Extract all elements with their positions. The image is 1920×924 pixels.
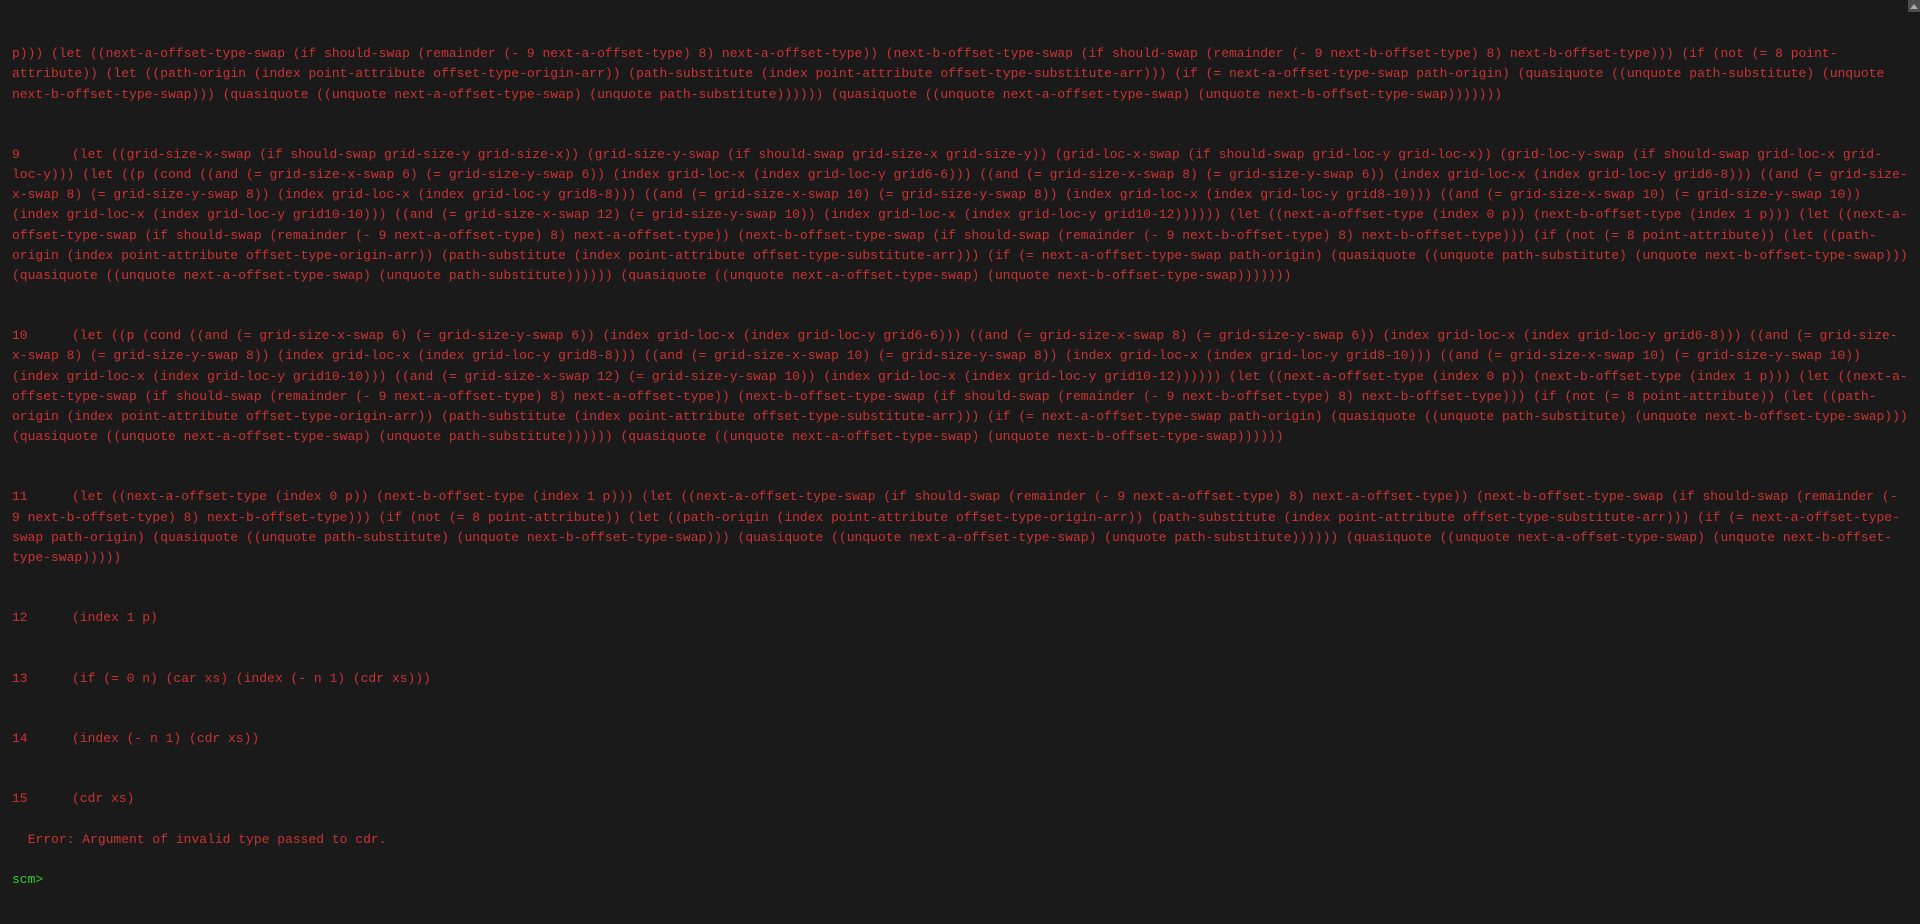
traceback-line-14: 14(index (- n 1) (cdr xs)) — [12, 729, 1908, 749]
traceback-code: (index 1 p) — [72, 610, 158, 625]
traceback-code: (index (- n 1) (cdr xs)) — [72, 731, 259, 746]
scrollbar-up-button[interactable] — [1908, 0, 1920, 12]
traceback-line-12: 12(index 1 p) — [12, 608, 1908, 628]
line-number: 10 — [12, 326, 72, 346]
traceback-code: (let ((p (cond ((and (= grid-size-x-swap… — [12, 328, 1916, 444]
traceback-code: (if (= 0 n) (car xs) (index (- n 1) (cdr… — [72, 671, 431, 686]
traceback-line-continuation: p))) (let ((next-a-offset-type-swap (if … — [12, 44, 1908, 104]
traceback-line-13: 13(if (= 0 n) (car xs) (index (- n 1) (c… — [12, 669, 1908, 689]
line-number: 13 — [12, 669, 72, 689]
traceback-code: (let ((grid-size-x-swap (if should-swap … — [12, 147, 1916, 283]
traceback-line-11: 11(let ((next-a-offset-type (index 0 p))… — [12, 487, 1908, 568]
traceback-line-15: 15(cdr xs) — [12, 789, 1908, 809]
traceback-code: (let ((next-a-offset-type (index 0 p)) (… — [12, 489, 1905, 564]
line-number: 9 — [12, 145, 72, 165]
error-message: Error: Argument of invalid type passed t… — [28, 832, 387, 847]
traceback-line-10: 10(let ((p (cond ((and (= grid-size-x-sw… — [12, 326, 1908, 447]
line-number: 11 — [12, 487, 72, 507]
traceback-code: (cdr xs) — [72, 791, 134, 806]
chevron-up-icon — [1910, 4, 1918, 9]
terminal-output[interactable]: p))) (let ((next-a-offset-type-swap (if … — [0, 0, 1920, 914]
traceback-line-9: 9(let ((grid-size-x-swap (if should-swap… — [12, 145, 1908, 286]
line-number: 12 — [12, 608, 72, 628]
scheme-prompt: scm> — [12, 872, 43, 887]
line-number: 15 — [12, 789, 72, 809]
prompt-line[interactable]: scm> — [12, 870, 1908, 890]
line-number: 14 — [12, 729, 72, 749]
